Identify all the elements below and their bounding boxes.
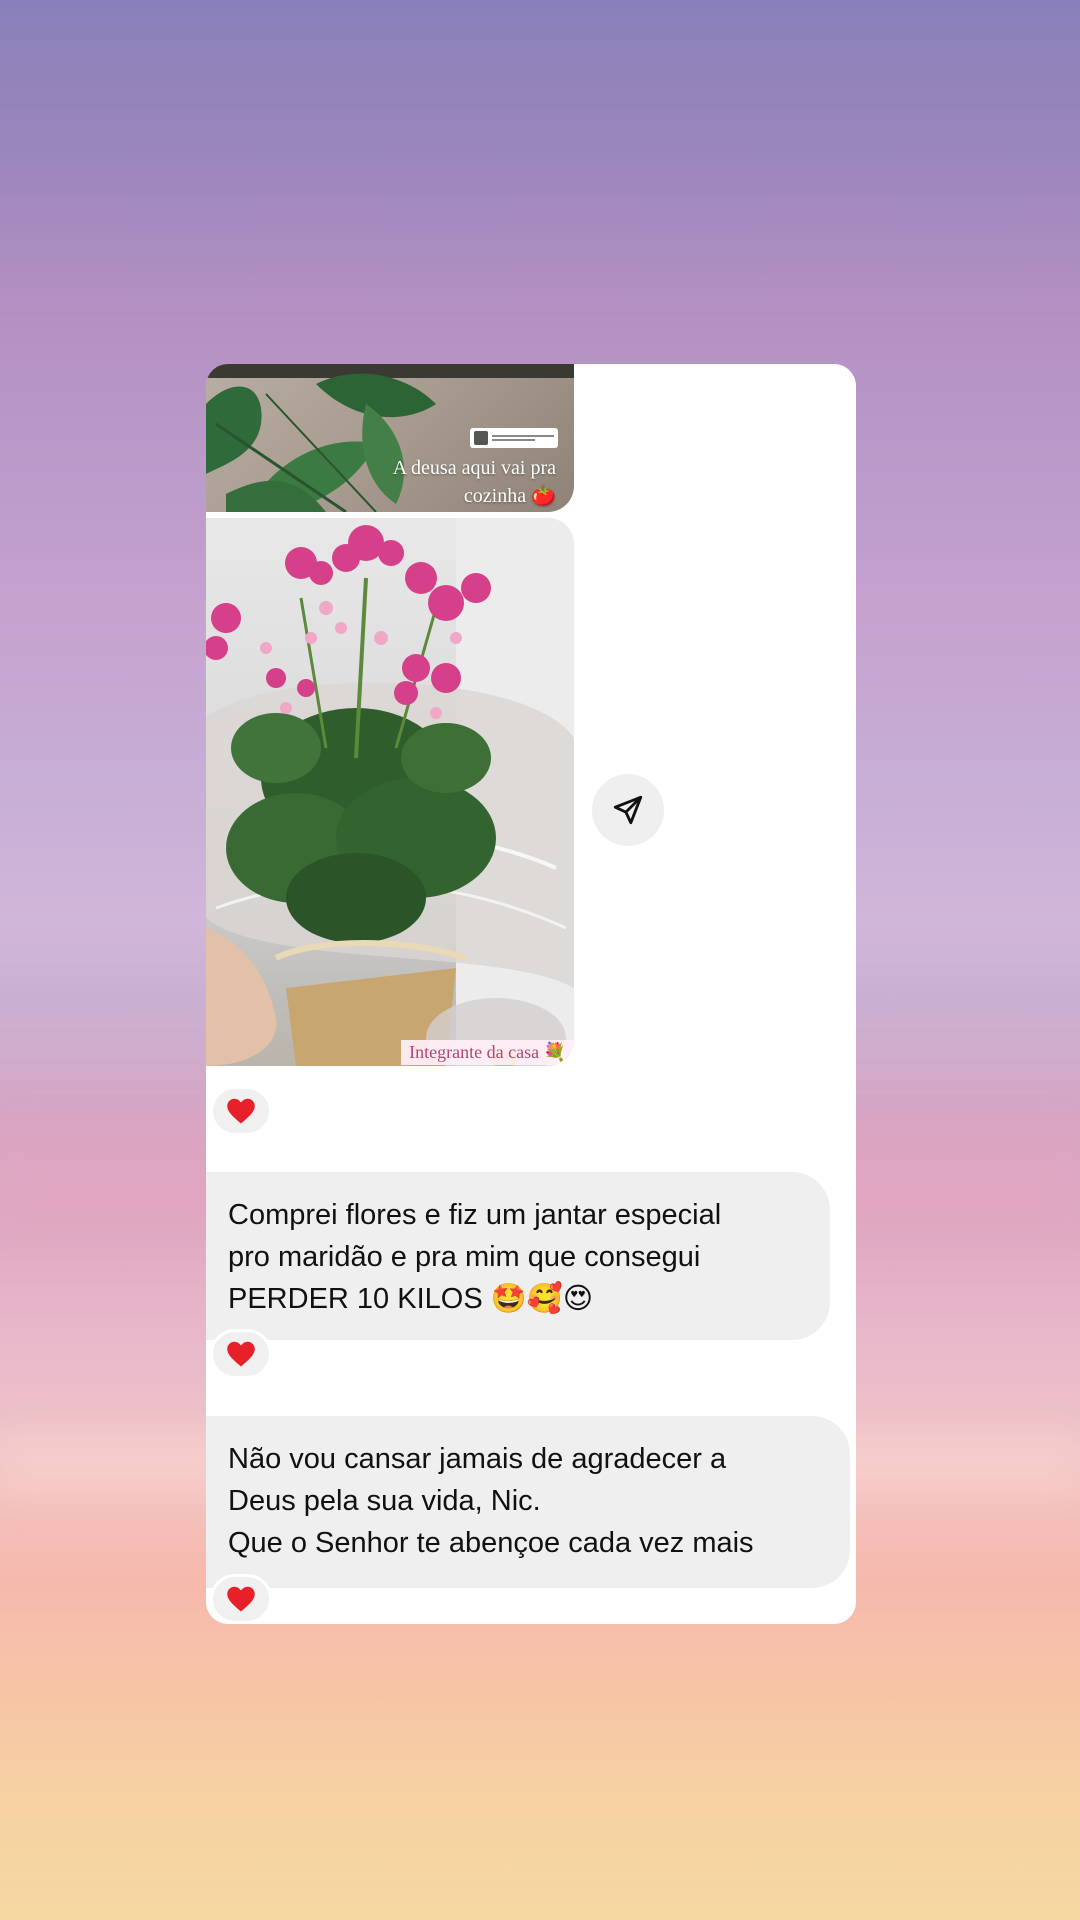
paper-plane-icon	[613, 795, 643, 825]
message-line: pro maridão e pra mim que consegui	[228, 1241, 701, 1273]
album-cover-icon	[474, 431, 488, 445]
story-caption-line: cozinha 🍅	[463, 485, 556, 507]
story-caption-line: A deusa aqui vai pra	[392, 457, 556, 479]
flower-bouquet-image	[206, 518, 574, 1066]
heart-icon	[227, 1341, 255, 1367]
story-caption-kitchen: A deusa aqui vai pra cozinha 🍅	[346, 454, 556, 510]
dm-conversation-card: A deusa aqui vai pra cozinha 🍅 Integrant…	[206, 364, 856, 1624]
message-line: Que o Senhor te abençoe cada vez mais	[228, 1527, 754, 1559]
heart-reaction[interactable]	[210, 1574, 272, 1624]
heart-icon	[227, 1586, 255, 1612]
story-thumbnail-kitchen[interactable]: A deusa aqui vai pra cozinha 🍅	[206, 364, 574, 512]
message-line: Comprei flores e fiz um jantar especial	[228, 1199, 722, 1231]
message-bubble[interactable]: Não vou cansar jamais de agradecer a Deu…	[206, 1416, 850, 1588]
story-caption-flowers: Integrante da casa 💐	[401, 1040, 574, 1065]
story-thumbnail-flowers[interactable]: Integrante da casa 💐	[206, 518, 574, 1066]
message-line: PERDER 10 KILOS 🤩🥰😍	[228, 1283, 594, 1315]
heart-icon	[227, 1098, 255, 1124]
message-line: Deus pela sua vida, Nic.	[228, 1485, 541, 1517]
heart-reaction[interactable]	[210, 1086, 272, 1136]
message-line: Não vou cansar jamais de agradecer a	[228, 1443, 727, 1475]
music-sticker	[470, 428, 558, 448]
message-bubble[interactable]: Comprei flores e fiz um jantar especial …	[206, 1172, 830, 1340]
heart-reaction[interactable]	[210, 1329, 272, 1379]
share-button[interactable]	[592, 774, 664, 846]
